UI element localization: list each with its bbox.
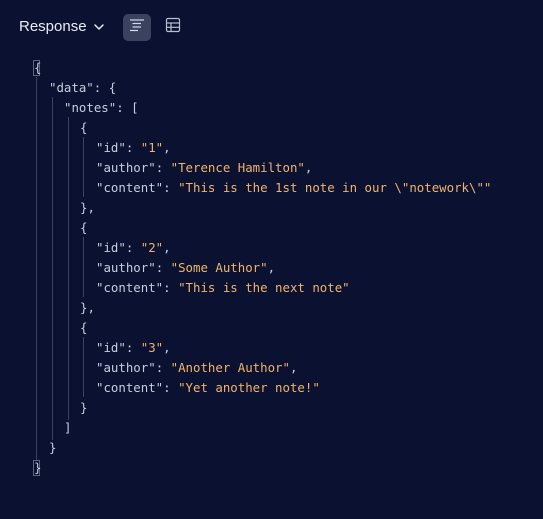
json-line: } xyxy=(49,440,57,455)
json-line: "content": "This is the next note" xyxy=(96,280,350,295)
json-line: { xyxy=(80,120,88,135)
json-line: "notes": [ xyxy=(64,100,139,115)
indent-guide xyxy=(83,237,84,297)
json-line: }, xyxy=(80,200,95,215)
json-line: "author": "Some Author", xyxy=(96,260,276,275)
indent-guide xyxy=(68,117,69,420)
json-line: "author": "Another Author", xyxy=(96,360,298,375)
json-line: ] xyxy=(64,420,72,435)
indent-guide xyxy=(83,337,84,397)
indent-guide xyxy=(36,77,37,460)
json-line: } xyxy=(34,460,42,475)
json-line: } xyxy=(80,400,88,415)
indent-guide xyxy=(83,137,84,197)
json-line: { xyxy=(80,320,88,335)
json-line: "content": "Yet another note!" xyxy=(96,380,320,395)
json-line: "content": "This is the 1st note in our … xyxy=(96,180,492,195)
json-line: "author": "Terence Hamilton", xyxy=(96,160,313,175)
json-line: "id": "1", xyxy=(96,140,171,155)
indent-guide xyxy=(52,97,53,440)
json-line: { xyxy=(34,60,42,75)
json-line: }, xyxy=(80,300,95,315)
json-viewer: { "data": { "notes": [ { "id": "1", "aut… xyxy=(0,0,543,519)
json-line: "id": "2", xyxy=(96,240,171,255)
json-line: { xyxy=(80,220,88,235)
json-line: "data": { xyxy=(49,80,117,95)
json-line: "id": "3", xyxy=(96,340,171,355)
